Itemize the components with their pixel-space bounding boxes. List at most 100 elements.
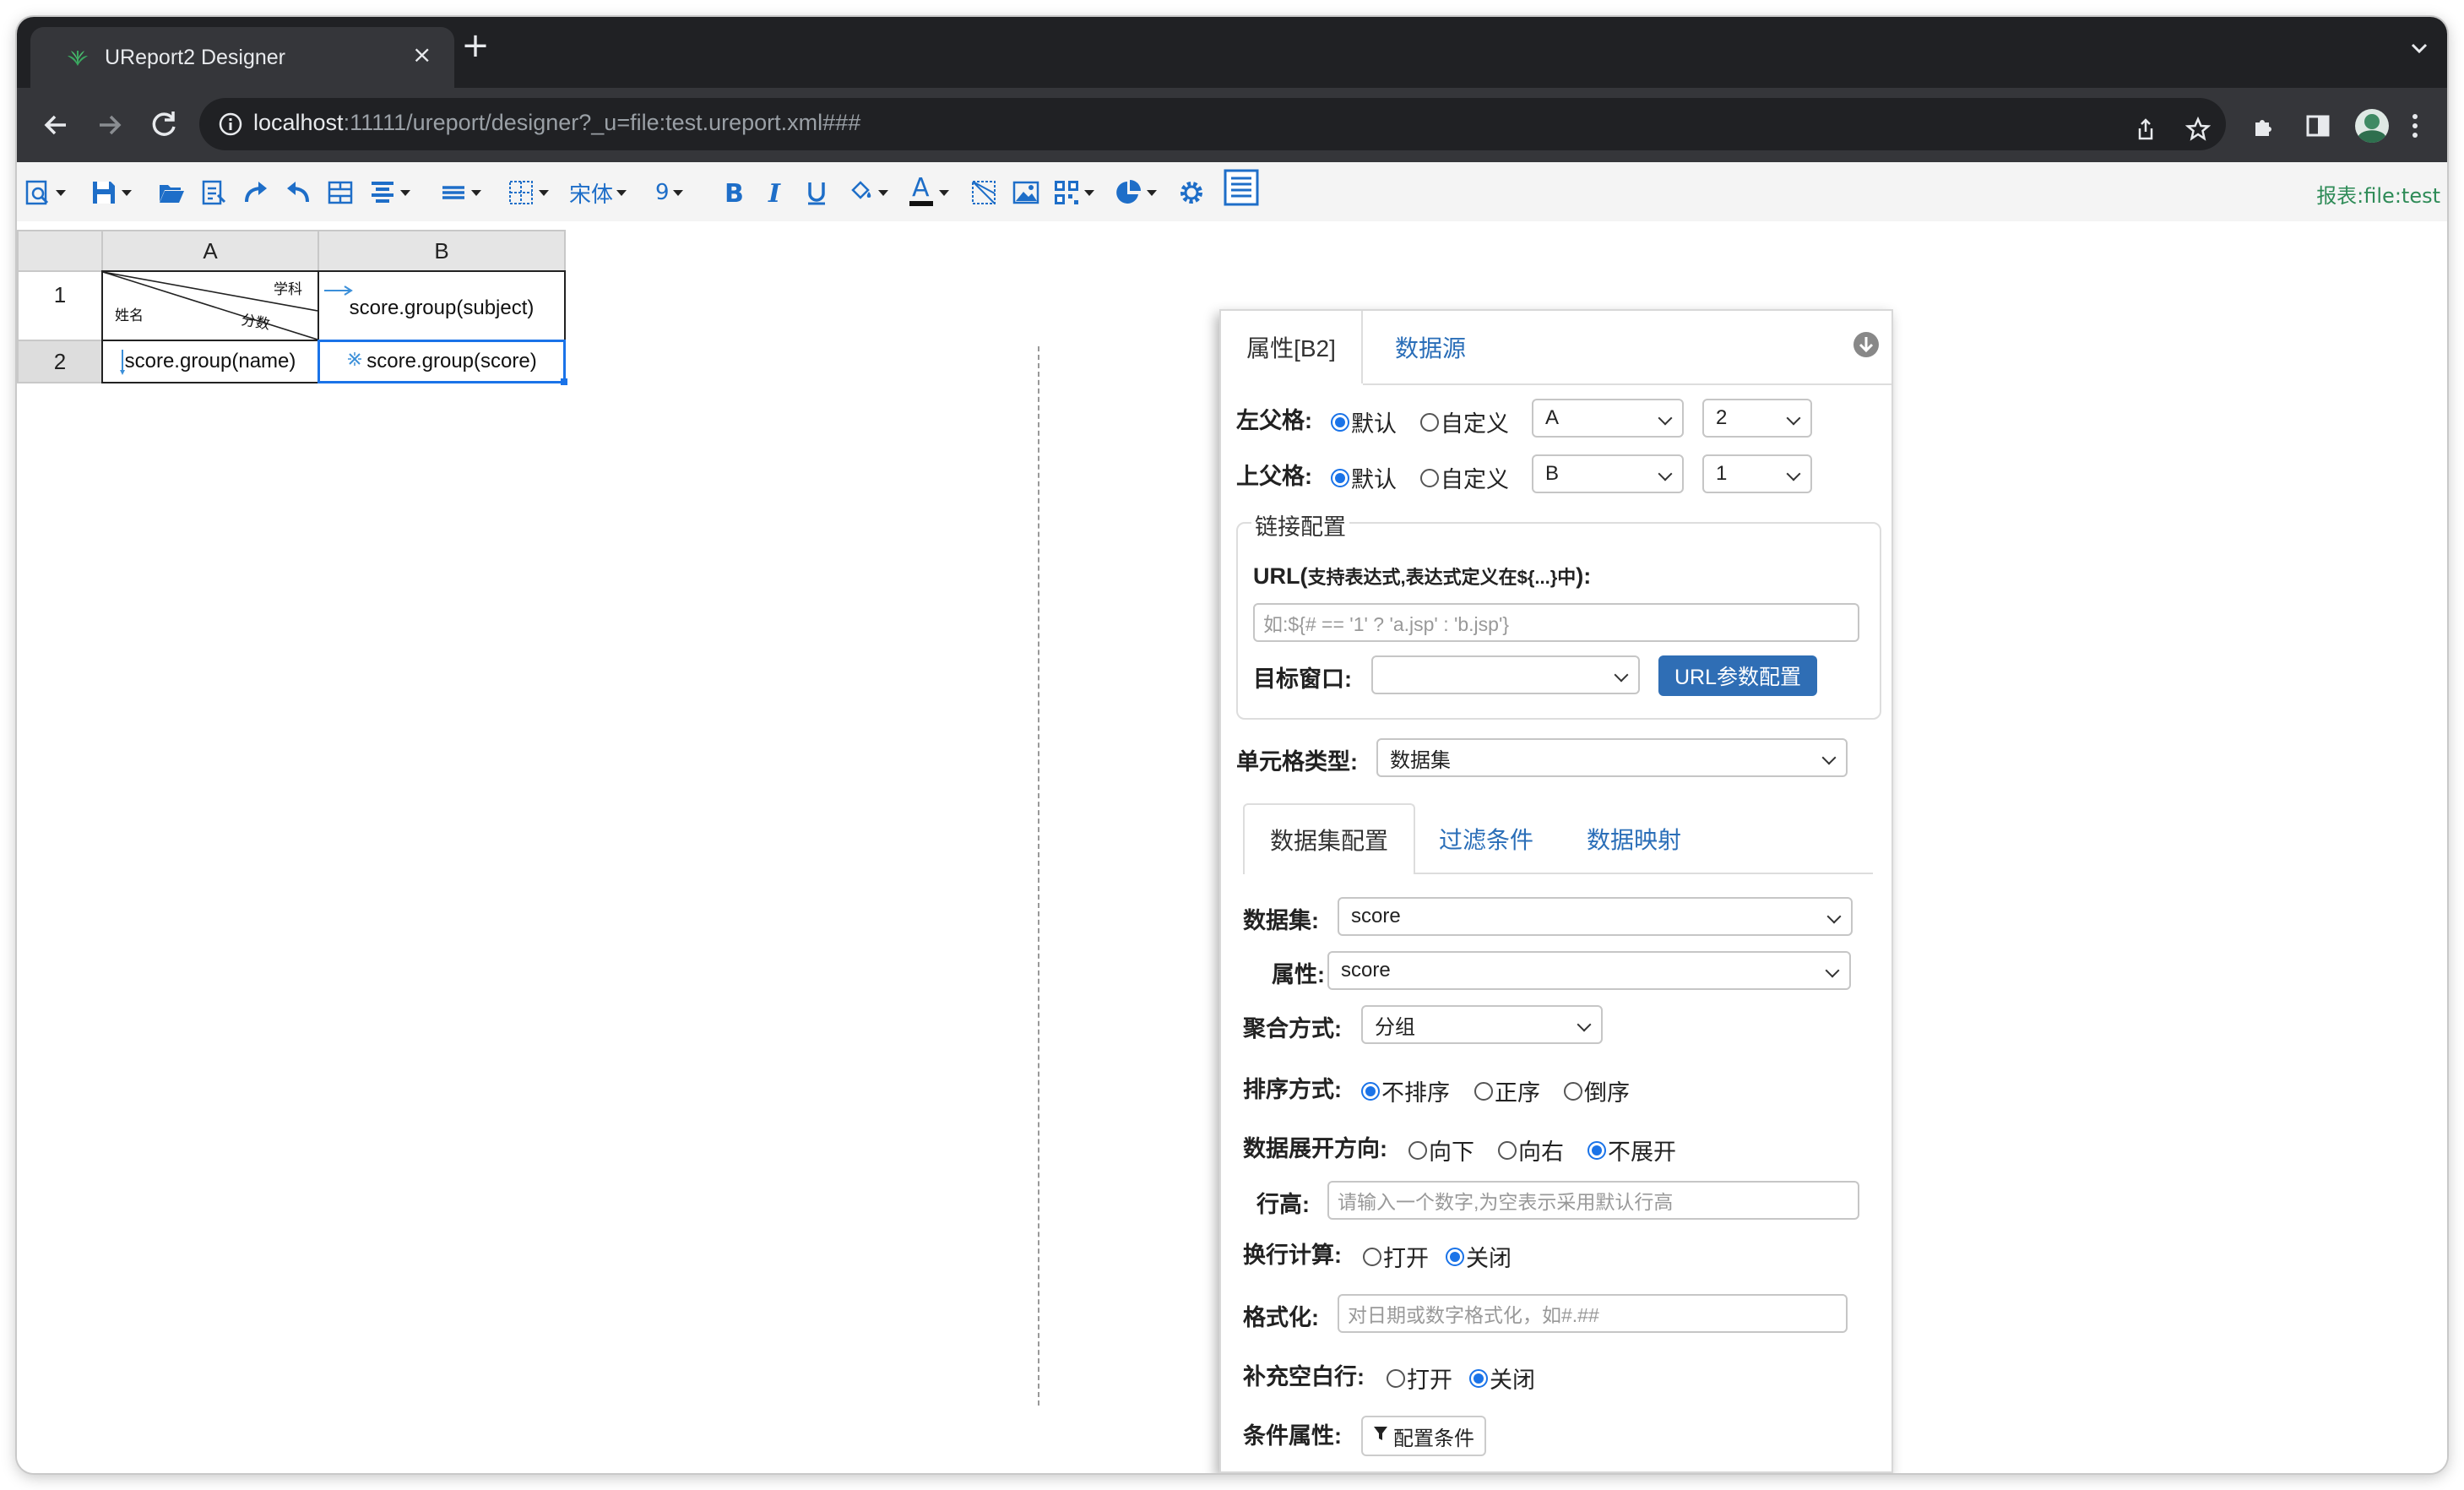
valign-icon[interactable] [439, 177, 481, 208]
cell-a2-text: score.group(name) [124, 350, 296, 372]
column-header-b[interactable]: B [317, 230, 566, 272]
left-parent-row-select[interactable]: 2 [1702, 399, 1812, 438]
fill-blank-on-radio[interactable]: 打开 [1387, 1362, 1452, 1395]
wrap-off-radio[interactable]: 关闭 [1446, 1240, 1512, 1273]
site-info-icon[interactable] [218, 111, 243, 140]
subtab-filter[interactable]: 过滤条件 [1427, 803, 1545, 874]
subtab-mapping[interactable]: 数据映射 [1571, 803, 1697, 874]
target-window-select[interactable] [1371, 655, 1640, 694]
new-tab-button[interactable]: + [456, 29, 495, 63]
left-parent-custom-radio[interactable]: 自定义 [1420, 405, 1509, 438]
expand-none-radio[interactable]: 不展开 [1587, 1134, 1676, 1166]
property-panel: 属性[B2] 数据源 左父格: 默认 自定义 A 2 上父格: 默认 自定义 B… [1219, 309, 1893, 1473]
radio-label: 倒序 [1584, 1080, 1630, 1106]
property-select[interactable]: score [1327, 951, 1851, 990]
left-parent-default-radio[interactable]: 默认 [1331, 405, 1397, 438]
bold-icon[interactable]: B [721, 177, 746, 208]
designer-toolbar: 宋体 9 B I A 报表:file:test [17, 162, 2447, 221]
tab-title: UReport2 Designer [105, 46, 285, 69]
tab-close-icon[interactable]: × [412, 42, 431, 68]
top-parent-row-select[interactable]: 1 [1702, 454, 1812, 493]
config-condition-label: 配置条件 [1393, 1427, 1474, 1450]
config-condition-button[interactable]: 配置条件 [1361, 1416, 1486, 1456]
cell-type-select[interactable]: 数据集 [1376, 738, 1848, 777]
url-param-config-button[interactable]: URL参数配置 [1658, 655, 1817, 696]
dataset-select[interactable]: score [1338, 897, 1853, 936]
ureport-favicon-icon [66, 47, 90, 71]
font-color-icon[interactable]: A [907, 176, 949, 208]
cell-a1[interactable]: 学科 姓名 分数 [101, 270, 319, 341]
radio-label: 打开 [1383, 1246, 1429, 1271]
cell-a2[interactable]: score.group(name) [101, 340, 319, 383]
address-bar[interactable]: localhost:11111/ureport/designer?_u=file… [199, 98, 2226, 150]
slash-icon[interactable] [969, 177, 998, 208]
tab-datasource[interactable]: 数据源 [1363, 311, 1498, 383]
undo-icon[interactable] [284, 177, 312, 208]
tab-search-chevron-icon[interactable] [2407, 35, 2432, 64]
share-icon[interactable] [2133, 117, 2158, 145]
qrcode-icon[interactable] [1052, 177, 1094, 208]
url-text: localhost:11111/ureport/designer?_u=file… [253, 110, 860, 136]
profile-avatar[interactable] [2354, 108, 2390, 147]
cell-b1[interactable]: score.group(subject) [317, 270, 566, 341]
top-parent-column-select[interactable]: B [1532, 454, 1684, 493]
back-icon[interactable] [35, 105, 76, 145]
expand-down-radio[interactable]: 向下 [1408, 1134, 1474, 1166]
align-icon[interactable] [368, 177, 410, 208]
url-input[interactable]: 如:${# == '1' ? 'a.jsp' : 'b.jsp'} [1253, 603, 1859, 642]
expand-right-radio[interactable]: 向右 [1498, 1134, 1564, 1166]
font-size-select[interactable]: 9 [655, 177, 683, 208]
cell-b2-selected[interactable]: score.group(score) [317, 340, 567, 385]
format-input[interactable]: 对日期或数字格式化，如#.## [1338, 1294, 1848, 1333]
tab-cell-properties[interactable]: 属性[B2] [1221, 311, 1363, 383]
underline-icon[interactable] [804, 177, 829, 208]
fill-handle[interactable] [561, 378, 567, 385]
radio-label: 不展开 [1608, 1139, 1676, 1165]
forward-icon[interactable] [90, 105, 130, 145]
wrap-on-radio[interactable]: 打开 [1363, 1240, 1429, 1273]
preview-icon[interactable] [24, 177, 66, 208]
reload-icon[interactable] [144, 105, 184, 145]
extensions-puzzle-icon[interactable] [2251, 113, 2277, 142]
settings-icon[interactable] [1177, 177, 1206, 208]
tab-strip: UReport2 Designer × + [17, 17, 2447, 88]
column-header-a[interactable]: A [101, 230, 319, 272]
border-icon[interactable] [507, 177, 549, 208]
row-height-input[interactable]: 请输入一个数字,为空表示采用默认行高 [1327, 1181, 1859, 1220]
sort-asc-radio[interactable]: 正序 [1474, 1074, 1540, 1107]
redo-icon[interactable] [242, 177, 270, 208]
save-icon[interactable] [90, 177, 132, 208]
browser-menu-icon[interactable] [2410, 111, 2420, 144]
side-panel-icon[interactable] [2305, 113, 2331, 142]
font-name-select[interactable]: 宋体 [569, 177, 627, 208]
expand-right-arrow-icon [323, 279, 355, 302]
italic-icon[interactable]: I [763, 177, 789, 208]
sort-none-radio[interactable]: 不排序 [1361, 1074, 1450, 1107]
font-name-value: 宋体 [569, 182, 614, 208]
fill-blank-rows-label: 补充空白行: [1243, 1364, 1365, 1389]
top-parent-default-radio[interactable]: 默认 [1331, 461, 1397, 494]
fill-blank-off-radio[interactable]: 关闭 [1469, 1362, 1535, 1395]
grid-corner[interactable] [17, 230, 103, 272]
browser-tab[interactable]: UReport2 Designer × [30, 27, 454, 88]
image-icon[interactable] [1012, 177, 1040, 208]
aggregate-select[interactable]: 分组 [1361, 1005, 1603, 1044]
subtab-dataset-config[interactable]: 数据集配置 [1243, 803, 1415, 874]
svg-text:B: B [725, 179, 744, 207]
radio-label: 正序 [1495, 1080, 1540, 1106]
paper-settings-icon[interactable] [1223, 169, 1260, 206]
sort-desc-radio[interactable]: 倒序 [1564, 1074, 1630, 1107]
collapse-panel-icon[interactable] [1853, 331, 1880, 362]
left-parent-column-select[interactable]: A [1532, 399, 1684, 438]
row-header-1[interactable]: 1 [17, 270, 103, 341]
sort-label: 排序方式: [1243, 1077, 1342, 1102]
merge-cells-icon[interactable] [326, 177, 355, 208]
fill-color-icon[interactable] [846, 177, 888, 208]
chart-icon[interactable] [1115, 177, 1157, 208]
target-window-label: 目标窗口: [1253, 666, 1352, 692]
top-parent-custom-radio[interactable]: 自定义 [1420, 461, 1509, 494]
bookmark-star-icon[interactable] [2184, 116, 2212, 145]
open-icon[interactable] [157, 177, 186, 208]
import-icon[interactable] [199, 177, 228, 208]
row-header-2[interactable]: 2 [17, 340, 103, 383]
